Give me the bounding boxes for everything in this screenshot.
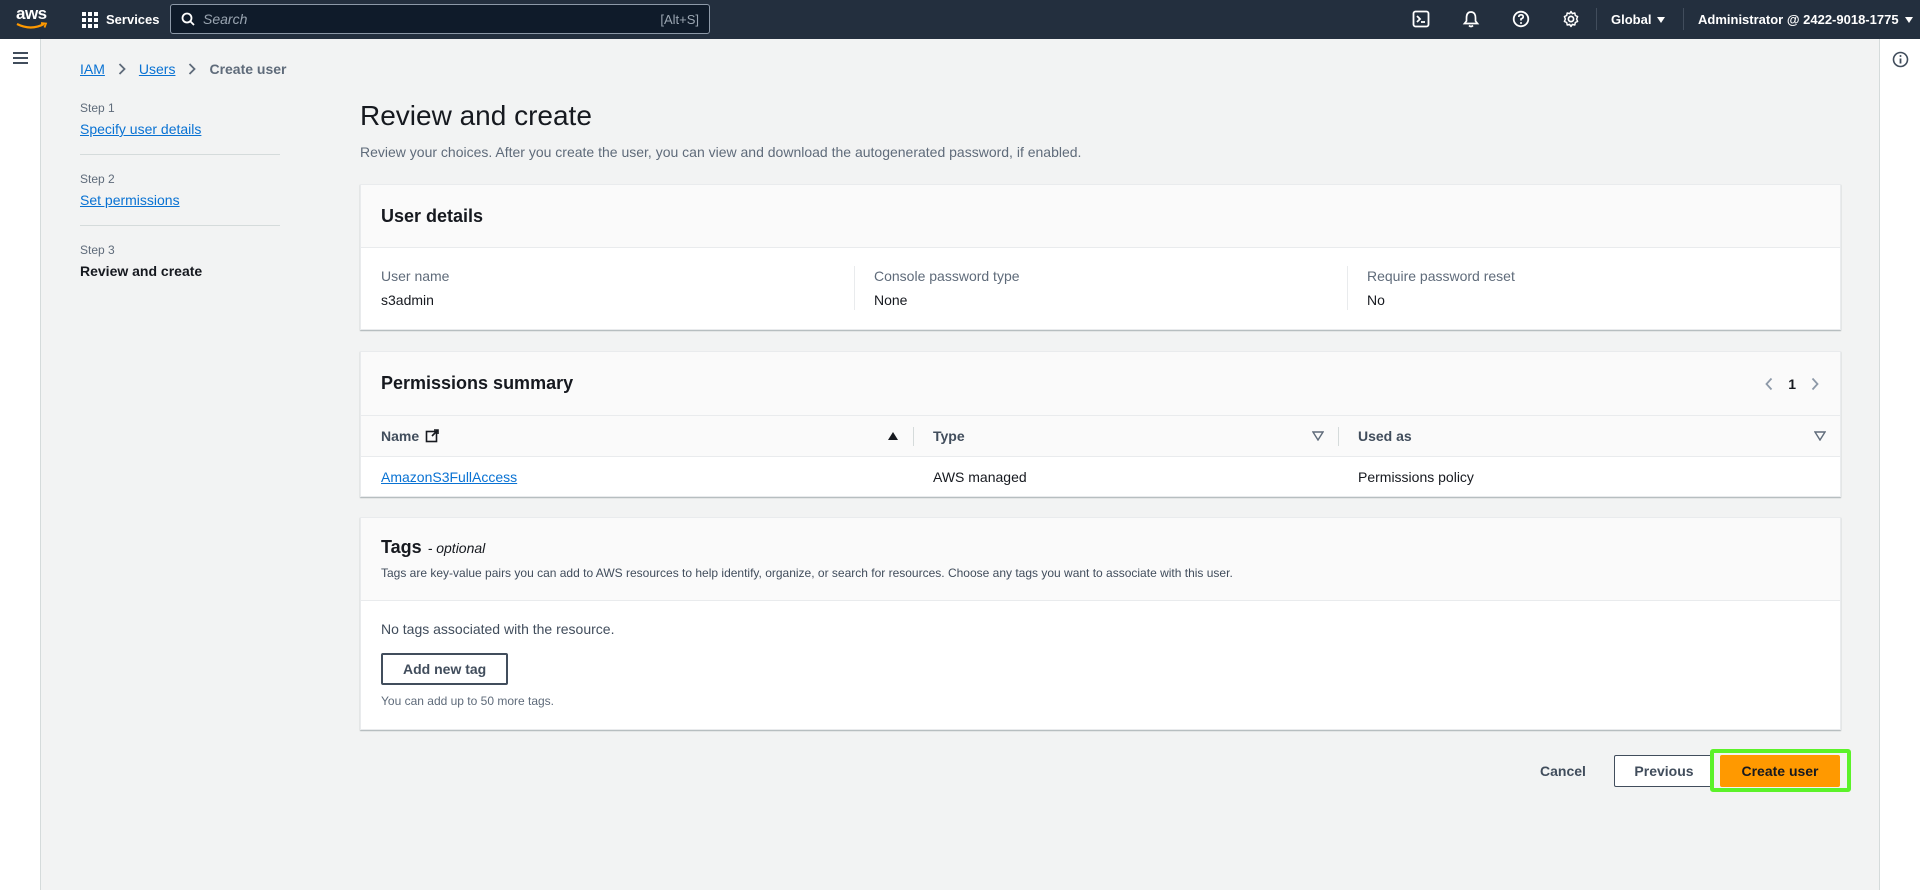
column-label: Type <box>933 428 965 444</box>
no-tags-message: No tags associated with the resource. <box>381 621 615 637</box>
cell-used-as: Permissions policy <box>1358 469 1474 485</box>
search-input[interactable] <box>203 11 661 27</box>
help-icon[interactable] <box>1510 8 1532 30</box>
column-label: Used as <box>1358 428 1412 444</box>
step-1: Step 1 Specify user details <box>80 101 280 155</box>
user-details-panel: User details User name s3admin Console p… <box>360 184 1841 330</box>
search-shortcut: [Alt+S] <box>660 11 699 27</box>
nav-divider <box>1596 8 1597 30</box>
column-label: Name <box>381 428 420 444</box>
sort-descending-icon[interactable] <box>1312 430 1324 441</box>
left-rail <box>0 39 41 890</box>
field-console-password-type: Console password type None <box>854 248 1347 330</box>
field-label: Console password type <box>874 268 1020 284</box>
user-details-header: User details <box>361 185 1840 248</box>
step-number: Step 1 <box>80 101 115 115</box>
page-number[interactable]: 1 <box>1788 376 1796 392</box>
wizard-steps: Step 1 Specify user details Step 2 Set p… <box>80 101 280 313</box>
search-icon <box>181 12 195 26</box>
field-value: None <box>874 292 908 308</box>
field-require-password-reset: Require password reset No <box>1347 248 1840 330</box>
cloudshell-icon[interactable] <box>1410 8 1432 30</box>
caret-down-icon <box>1904 16 1913 23</box>
region-label: Global <box>1611 12 1652 27</box>
tags-title: Tags <box>381 537 422 557</box>
breadcrumb-users[interactable]: Users <box>139 61 176 77</box>
info-icon[interactable] <box>1892 51 1909 68</box>
policy-link[interactable]: AmazonS3FullAccess <box>381 469 517 485</box>
field-user-name: User name s3admin <box>361 248 854 330</box>
breadcrumb-current: Create user <box>209 61 287 77</box>
step-number: Step 2 <box>80 172 115 186</box>
gear-icon[interactable] <box>1560 8 1582 30</box>
field-value: No <box>1367 292 1385 308</box>
step-link-specify-user-details[interactable]: Specify user details <box>80 121 201 137</box>
permissions-summary-panel: Permissions summary 1 Name Type Used as … <box>360 351 1841 497</box>
tags-title-row: Tags - optional <box>381 537 1820 558</box>
step-link-set-permissions[interactable]: Set permissions <box>80 192 180 208</box>
bell-icon[interactable] <box>1460 8 1482 30</box>
field-value: s3admin <box>381 292 434 308</box>
pagination: 1 <box>1764 376 1820 392</box>
step-current-review-and-create: Review and create <box>80 263 203 279</box>
tags-hint: You can add up to 50 more tags. <box>381 694 555 708</box>
step-2: Step 2 Set permissions <box>80 172 280 226</box>
chevron-right-icon <box>118 63 126 75</box>
region-selector[interactable]: Global <box>1611 0 1666 39</box>
nav-divider <box>1683 8 1684 30</box>
page-description: Review your choices. After you create th… <box>360 144 1082 160</box>
permissions-header: Permissions summary 1 <box>361 352 1840 416</box>
breadcrumb: IAM Users Create user <box>80 61 287 77</box>
menu-icon[interactable] <box>13 52 28 64</box>
aws-logo-text: aws <box>16 4 47 23</box>
step-3: Step 3 Review and create <box>80 243 280 296</box>
aws-smile-icon <box>16 22 48 29</box>
page-title: Review and create <box>360 100 592 131</box>
column-header-type[interactable]: Type <box>913 416 1338 457</box>
sort-ascending-icon[interactable] <box>887 431 899 441</box>
table-row: AmazonS3FullAccess AWS managed Permissio… <box>361 457 1840 497</box>
tags-description: Tags are key-value pairs you can add to … <box>381 566 1233 580</box>
caret-down-icon <box>1657 16 1666 23</box>
right-rail <box>1879 39 1920 890</box>
tags-header: Tags - optional Tags are key-value pairs… <box>361 518 1840 601</box>
search-box[interactable]: [Alt+S] <box>170 4 710 34</box>
chevron-left-icon[interactable] <box>1764 377 1774 391</box>
cancel-button[interactable]: Cancel <box>1520 755 1606 787</box>
account-label: Administrator @ 2422-9018-1775 <box>1698 12 1899 27</box>
create-user-button[interactable]: Create user <box>1720 755 1840 787</box>
sort-descending-icon[interactable] <box>1814 430 1826 441</box>
column-header-name[interactable]: Name <box>361 416 913 457</box>
field-label: User name <box>381 268 450 284</box>
tags-panel: Tags - optional Tags are key-value pairs… <box>360 517 1841 730</box>
top-navigation: aws Services [Alt+S] <box>0 0 1920 39</box>
external-link-icon <box>425 429 439 443</box>
user-details-title: User details <box>381 205 484 226</box>
previous-button[interactable]: Previous <box>1614 755 1714 787</box>
column-header-used-as[interactable]: Used as <box>1338 416 1840 457</box>
services-label: Services <box>106 12 160 27</box>
tags-body: No tags associated with the resource. Ad… <box>361 601 1840 728</box>
account-menu[interactable]: Administrator @ 2422-9018-1775 <box>1698 0 1913 39</box>
services-grid-icon <box>82 11 98 28</box>
cell-name: AmazonS3FullAccess <box>361 469 913 485</box>
permissions-title: Permissions summary <box>381 373 574 393</box>
chevron-right-icon[interactable] <box>1810 377 1820 391</box>
step-number: Step 3 <box>80 243 115 257</box>
aws-logo[interactable]: aws <box>16 4 52 32</box>
breadcrumb-iam[interactable]: IAM <box>80 61 105 77</box>
field-label: Require password reset <box>1367 268 1515 284</box>
user-details-fields: User name s3admin Console password type … <box>361 248 1840 330</box>
add-new-tag-button[interactable]: Add new tag <box>381 653 509 685</box>
table-header: Name Type Used as <box>361 416 1840 457</box>
services-menu-button[interactable]: Services <box>82 0 160 39</box>
tags-optional-label: - optional <box>427 540 486 556</box>
form-actions: Cancel Previous Create user <box>1520 749 1851 793</box>
chevron-right-icon <box>189 63 197 75</box>
cell-type: AWS managed <box>933 469 1027 485</box>
